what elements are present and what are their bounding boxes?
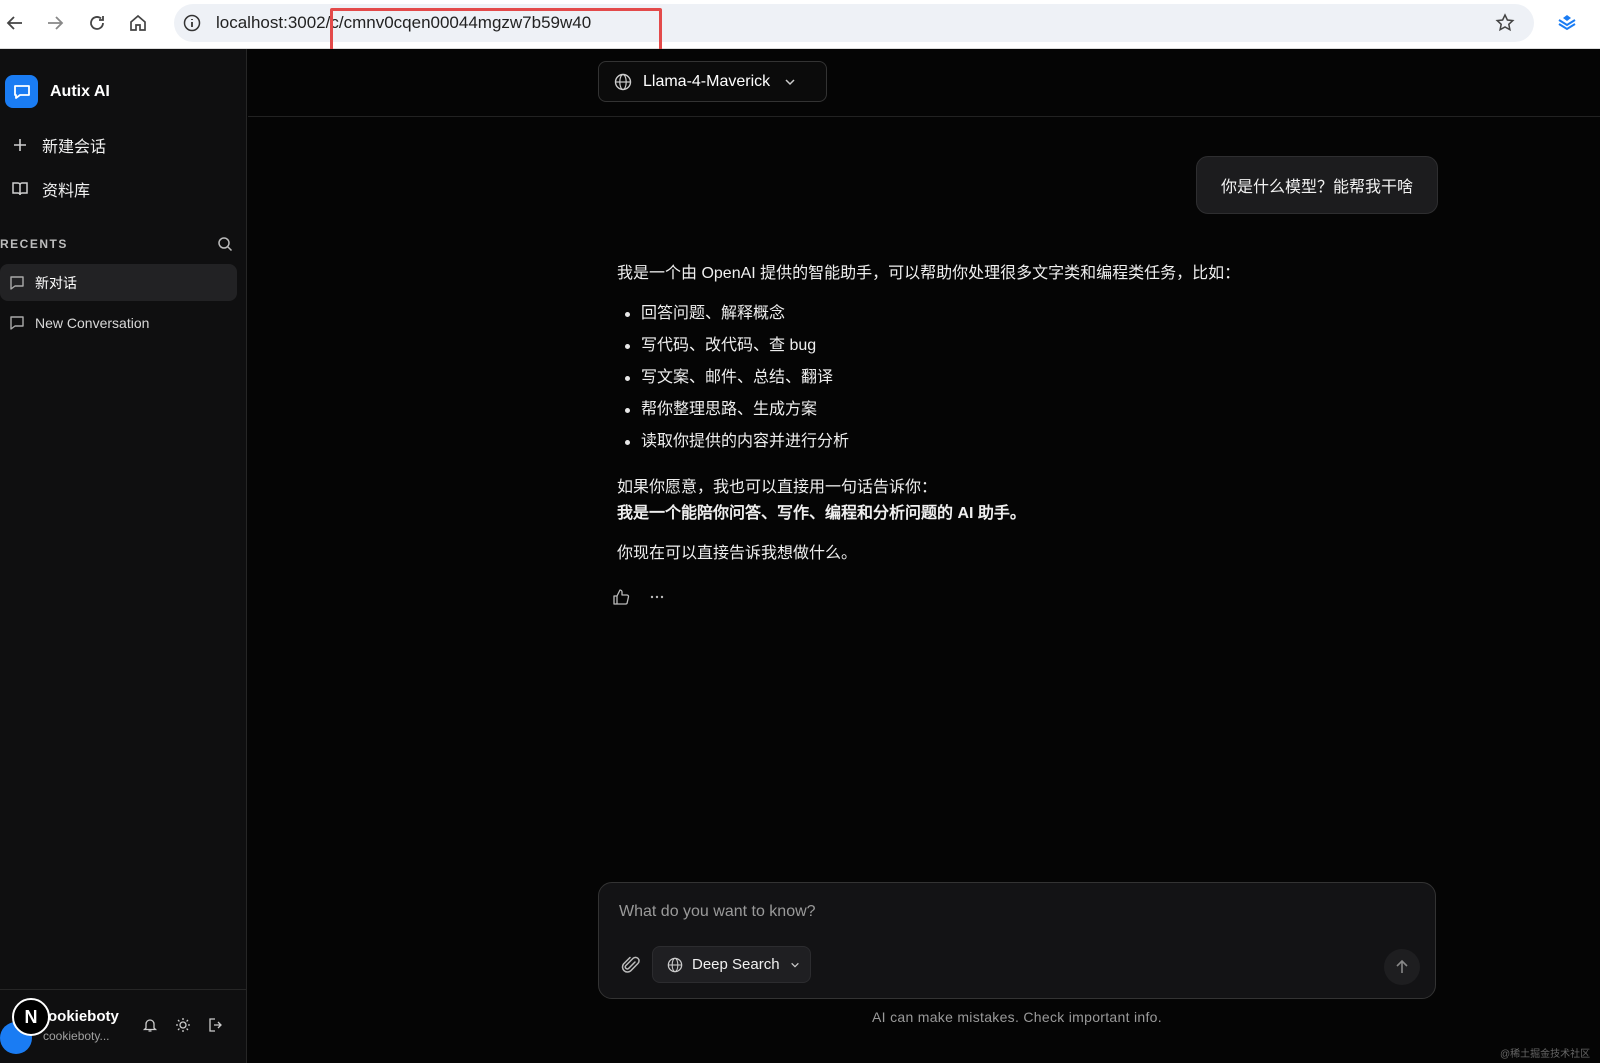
top-bar: Llama-4-Maverick	[248, 49, 1600, 117]
message-actions	[608, 584, 680, 610]
chevron-down-icon	[784, 76, 796, 88]
list-item: 写代码、改代码、查 bug	[617, 333, 1517, 365]
app-name: Autix AI	[50, 82, 110, 100]
extension-icon[interactable]	[1552, 8, 1582, 38]
main-panel: Llama-4-Maverick 你是什么模型？能帮我干啥 我是一个由 Open…	[248, 49, 1600, 1063]
deep-search-label: Deep Search	[692, 956, 780, 973]
new-chat-button[interactable]: 新建会话	[10, 133, 106, 157]
deep-search-button[interactable]: Deep Search	[652, 946, 811, 983]
sun-icon[interactable]	[172, 1014, 194, 1036]
conversation-title: 新对话	[35, 274, 77, 291]
home-icon[interactable]	[123, 8, 153, 38]
address-bar[interactable]: localhost:3002/c/cmnv0cqen00044mgzw7b59w…	[174, 4, 1534, 42]
brand[interactable]: Autix AI	[5, 75, 110, 108]
sidebar: Autix AI 新建会话 资料库 RECENTS 新对话 New Conver…	[0, 49, 247, 1063]
composer: Deep Search	[598, 882, 1436, 999]
new-chat-label: 新建会话	[42, 139, 107, 156]
list-item: 帮你整理思路、生成方案	[617, 397, 1517, 429]
message-square-icon	[8, 274, 26, 292]
reload-icon[interactable]	[82, 8, 112, 38]
browser-toolbar: localhost:3002/c/cmnv0cqen00044mgzw7b59w…	[0, 0, 1600, 56]
library-label: 资料库	[42, 183, 91, 200]
more-icon[interactable]	[644, 584, 670, 610]
url-text[interactable]: localhost:3002/c/cmnv0cqen00044mgzw7b59w…	[216, 13, 591, 33]
chevron-down-icon	[790, 960, 800, 970]
message-square-icon	[8, 314, 26, 332]
answer-summary-line: 如果你愿意，我也可以直接用一句话告诉你：	[617, 479, 938, 496]
user-panel: N ookieboty cookieboty...	[0, 989, 247, 1063]
recents-header: RECENTS	[0, 234, 235, 254]
list-item: 写文案、邮件、总结、翻译	[617, 365, 1517, 397]
search-icon[interactable]	[215, 234, 235, 254]
recents-label: RECENTS	[0, 237, 68, 251]
chat-bubble-logo-icon	[5, 75, 38, 108]
send-arrow-up-icon[interactable]	[1384, 949, 1420, 985]
globe-icon	[613, 72, 633, 92]
disclaimer-text: AI can make mistakes. Check important in…	[872, 1009, 1162, 1025]
site-info-icon[interactable]	[182, 13, 202, 33]
conversation-item[interactable]: New Conversation	[0, 304, 237, 341]
user-message-text: 你是什么模型？能帮我干啥	[1220, 179, 1413, 196]
conversation-item-active[interactable]: 新对话	[0, 264, 237, 301]
user-name: ookieboty	[48, 1008, 119, 1025]
globe-icon	[666, 956, 684, 974]
chat-input[interactable]	[619, 903, 1319, 921]
conversation-title: New Conversation	[35, 314, 150, 331]
model-selector[interactable]: Llama-4-Maverick	[598, 61, 827, 102]
user-email: cookieboty...	[43, 1029, 110, 1043]
answer-closing: 你现在可以直接告诉我想做什么。	[617, 545, 858, 562]
answer-list: 回答问题、解释概念 写代码、改代码、查 bug 写文案、邮件、总结、翻译 帮你整…	[617, 301, 1517, 461]
paperclip-icon[interactable]	[619, 953, 643, 977]
thumbs-up-icon[interactable]	[608, 584, 634, 610]
back-arrow-icon[interactable]	[0, 8, 30, 38]
watermark: @稀土掘金技术社区	[1500, 1049, 1591, 1060]
bookmark-star-icon[interactable]	[1490, 8, 1520, 38]
model-name: Llama-4-Maverick	[643, 72, 771, 90]
assistant-message: 我是一个由 OpenAI 提供的智能助手，可以帮助你处理很多文字类和编程类任务，…	[617, 261, 1517, 567]
library-button[interactable]: 资料库	[10, 177, 90, 201]
answer-intro: 我是一个由 OpenAI 提供的智能助手，可以帮助你处理很多文字类和编程类任务，…	[617, 265, 1241, 282]
book-icon	[10, 179, 30, 199]
plus-icon	[10, 135, 30, 155]
answer-summary-bold: 我是一个能陪你问答、写作、编程和分析问题的 AI 助手。	[617, 505, 1026, 522]
logout-icon[interactable]	[205, 1014, 227, 1036]
user-message-bubble: 你是什么模型？能帮我干啥	[1196, 156, 1438, 214]
bell-icon[interactable]	[139, 1014, 161, 1036]
list-item: 回答问题、解释概念	[617, 301, 1517, 333]
forward-arrow-icon[interactable]	[40, 8, 70, 38]
list-item: 读取你提供的内容并进行分析	[617, 429, 1517, 461]
